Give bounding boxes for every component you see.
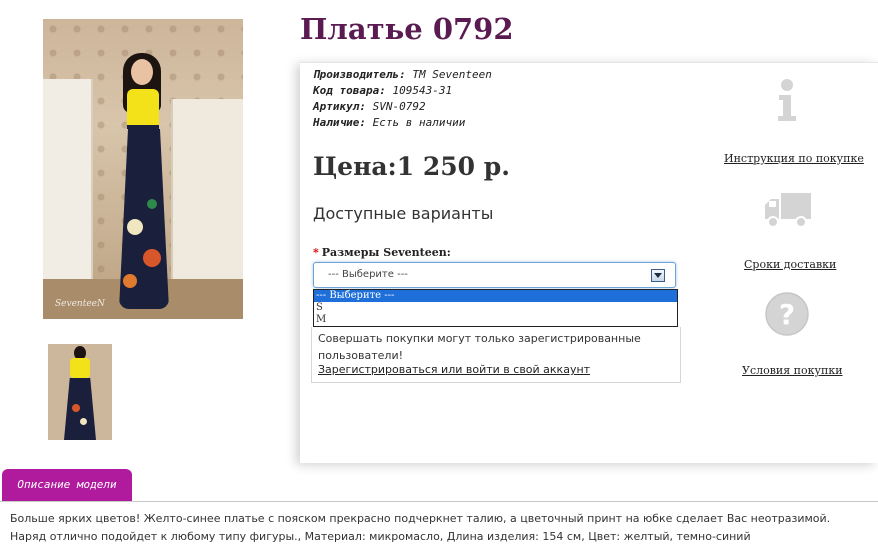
tab-divider xyxy=(0,501,878,502)
truck-icon[interactable] xyxy=(763,191,813,229)
spec-value: SVN-0792 xyxy=(372,100,426,113)
question-icon[interactable]: ? xyxy=(764,291,810,337)
image-flower-print xyxy=(143,249,161,267)
spec-label: Артикул: xyxy=(313,100,366,113)
image-flower-print xyxy=(123,274,137,288)
image-model-head xyxy=(131,59,153,85)
thumb-flower-print xyxy=(72,404,80,412)
chevron-down-icon[interactable] xyxy=(651,269,665,282)
size-label: * Размеры Seventeen: xyxy=(313,246,451,259)
thumb-dress-top xyxy=(70,358,90,378)
login-notice-text: Совершать покупки могут только зарегистр… xyxy=(318,332,641,362)
image-dress-belt xyxy=(127,125,159,129)
spec-value: Есть в наличии xyxy=(372,116,466,129)
required-marker: * xyxy=(313,246,319,259)
spec-value: TM Seventeen xyxy=(412,68,492,81)
image-flower-print xyxy=(127,219,143,235)
tab-model-description[interactable]: Описание модели xyxy=(2,469,132,501)
product-thumbnail[interactable] xyxy=(48,344,112,440)
size-options-list[interactable]: --- Выберите --- S M xyxy=(313,289,678,327)
spec-label: Наличие: xyxy=(313,116,366,129)
page-title: Платье 0792 xyxy=(300,12,514,46)
spec-label: Код товара: xyxy=(313,84,386,97)
size-select-value: --- Выберите --- xyxy=(328,269,408,280)
image-signature: SeventeeN xyxy=(55,299,105,309)
login-notice: Совершать покупки могут только зарегистр… xyxy=(311,327,681,383)
spec-value: 109543-31 xyxy=(392,84,453,97)
image-dress-top xyxy=(127,89,159,127)
thumb-dress-skirt xyxy=(64,378,96,440)
description-text: Больше ярких цветов! Желто-синее платье … xyxy=(10,512,831,543)
spec-label: Производитель: xyxy=(313,68,406,81)
image-flower-print xyxy=(147,199,157,209)
spec-article: Артикул: SVN-0792 xyxy=(313,100,426,113)
spec-manufacturer: Производитель: TM Seventeen xyxy=(313,68,492,81)
delivery-terms-link[interactable]: Сроки доставки xyxy=(744,258,836,271)
size-option[interactable]: M xyxy=(314,314,677,326)
purchase-conditions-link[interactable]: Условия покупки xyxy=(742,364,843,377)
spec-availability: Наличие: Есть в наличии xyxy=(313,116,465,129)
svg-text:?: ? xyxy=(779,298,795,331)
purchase-instructions-link[interactable]: Инструкция по покупке xyxy=(724,152,864,165)
size-option[interactable]: --- Выберите --- xyxy=(314,290,677,302)
spec-product-code: Код товара: 109543-31 xyxy=(313,84,452,97)
product-main-image[interactable]: SeventeeN xyxy=(43,19,243,319)
variants-heading: Доступные варианты xyxy=(313,204,494,223)
thumb-flower-print xyxy=(80,418,87,425)
size-label-text: Размеры Seventeen: xyxy=(321,246,451,259)
size-option[interactable]: S xyxy=(314,302,677,314)
register-login-link[interactable]: Зарегистрироваться или войти в свой акка… xyxy=(318,363,590,376)
size-select[interactable]: --- Выберите --- xyxy=(313,262,676,288)
product-price: Цена:1 250 р. xyxy=(313,152,510,181)
info-icon[interactable] xyxy=(773,78,801,122)
